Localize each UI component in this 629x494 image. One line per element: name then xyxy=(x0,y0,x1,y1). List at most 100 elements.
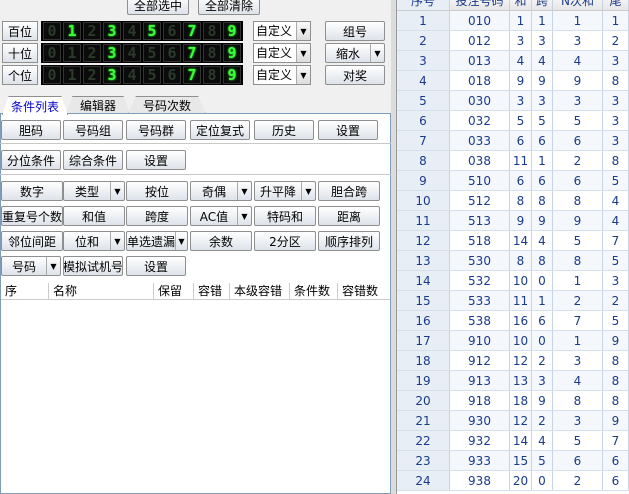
condition-button[interactable]: 设置 xyxy=(126,256,186,276)
select-all-button[interactable]: 全部选中 xyxy=(127,0,189,15)
digit-toggle[interactable]: 1 xyxy=(63,66,81,84)
grid-column-header[interactable]: 跨 xyxy=(532,0,553,10)
condition-button[interactable]: 设置 xyxy=(126,150,186,170)
table-row[interactable]: 19 913 13 3 4 8 xyxy=(397,371,629,391)
condition-button[interactable]: 分位条件 xyxy=(1,150,61,170)
digit-row-label[interactable]: 个位 xyxy=(2,65,38,85)
digit-toggle[interactable]: 8 xyxy=(203,22,221,40)
table-row[interactable]: 24 938 20 0 2 6 xyxy=(397,471,629,491)
table-row[interactable]: 13 530 8 8 8 5 xyxy=(397,251,629,271)
col-index[interactable]: 序 xyxy=(1,283,49,299)
digit-mode-select[interactable]: 自定义 ▼ xyxy=(253,43,311,63)
col-keep[interactable]: 保留 xyxy=(154,283,194,299)
grid-column-header[interactable]: N次和 xyxy=(553,0,603,10)
table-row[interactable]: 2 012 3 3 3 2 xyxy=(397,31,629,51)
shrink-button[interactable]: 缩水 ▼ xyxy=(325,43,385,63)
digit-toggle[interactable]: 0 xyxy=(43,44,61,62)
table-row[interactable]: 6 032 5 5 5 3 xyxy=(397,111,629,131)
digit-toggle[interactable]: 5 xyxy=(143,44,161,62)
table-row[interactable]: 15 533 11 1 2 2 xyxy=(397,291,629,311)
condition-button[interactable]: 胆码 xyxy=(1,120,61,140)
condition-dropdown-button[interactable]: 类型 ▼ xyxy=(63,181,125,201)
table-row[interactable]: 23 933 15 5 6 6 xyxy=(397,451,629,471)
digit-toggle[interactable]: 7 xyxy=(183,44,201,62)
condition-dropdown-button[interactable]: 奇偶 ▼ xyxy=(190,181,252,201)
condition-button[interactable]: 按位 xyxy=(126,181,188,201)
digit-toggle[interactable]: 1 xyxy=(63,44,81,62)
digit-toggle[interactable]: 3 xyxy=(103,22,121,40)
digit-mode-select[interactable]: 自定义 ▼ xyxy=(253,21,311,41)
digit-toggle[interactable]: 6 xyxy=(163,22,181,40)
digit-toggle[interactable]: 4 xyxy=(123,44,141,62)
condition-dropdown-button[interactable]: 升平降 ▼ xyxy=(254,181,316,201)
digit-toggle[interactable]: 5 xyxy=(143,22,161,40)
col-condition-count[interactable]: 条件数 xyxy=(290,283,338,299)
table-row[interactable]: 9 510 6 6 6 5 xyxy=(397,171,629,191)
digit-toggle[interactable]: 9 xyxy=(223,66,241,84)
col-tolerance-count[interactable]: 容错数 xyxy=(338,283,388,299)
col-level-tolerance[interactable]: 本级容错 xyxy=(230,283,290,299)
table-row[interactable]: 5 030 3 3 3 3 xyxy=(397,91,629,111)
table-row[interactable]: 1 010 1 1 1 1 xyxy=(397,11,629,31)
grid-column-header[interactable]: 序号 xyxy=(397,0,450,10)
digit-toggle[interactable]: 8 xyxy=(203,66,221,84)
condition-button[interactable]: 数字 xyxy=(1,181,63,201)
table-row[interactable]: 8 038 11 1 2 8 xyxy=(397,151,629,171)
condition-dropdown-button[interactable]: 号码 ▼ xyxy=(1,256,61,276)
condition-button[interactable]: 号码群 xyxy=(126,120,186,140)
tab-editor[interactable]: 编辑器 xyxy=(66,96,130,114)
condition-button[interactable]: 和值 xyxy=(63,206,125,226)
tab-number-count[interactable]: 号码次数 xyxy=(128,96,206,114)
clear-all-button[interactable]: 全部清除 xyxy=(198,0,260,15)
digit-toggle[interactable]: 6 xyxy=(163,44,181,62)
digit-toggle[interactable]: 3 xyxy=(103,44,121,62)
digit-toggle[interactable]: 7 xyxy=(183,66,201,84)
table-row[interactable]: 12 518 14 4 5 7 xyxy=(397,231,629,251)
condition-dropdown-button[interactable]: 位和 ▼ xyxy=(63,231,125,251)
table-row[interactable]: 17 910 10 0 1 9 xyxy=(397,331,629,351)
prize-check-button[interactable]: 对奖 xyxy=(325,65,385,85)
condition-button[interactable]: 胆合跨 xyxy=(318,181,380,201)
table-row[interactable]: 11 513 9 9 9 4 xyxy=(397,211,629,231)
condition-button[interactable]: 设置 xyxy=(318,120,378,140)
digit-toggle[interactable]: 2 xyxy=(83,44,101,62)
condition-button[interactable]: 距离 xyxy=(318,206,380,226)
digit-toggle[interactable]: 8 xyxy=(203,44,221,62)
table-row[interactable]: 10 512 8 8 8 4 xyxy=(397,191,629,211)
table-row[interactable]: 21 930 12 2 3 9 xyxy=(397,411,629,431)
condition-button[interactable]: 邻位间距 xyxy=(1,231,63,251)
condition-button[interactable]: 历史 xyxy=(254,120,314,140)
digit-mode-select[interactable]: 自定义 ▼ xyxy=(253,65,311,85)
digit-row-label[interactable]: 百位 xyxy=(2,21,38,41)
condition-dropdown-button[interactable]: AC值 ▼ xyxy=(190,206,252,226)
table-row[interactable]: 20 918 18 9 8 8 xyxy=(397,391,629,411)
grid-column-header[interactable]: 和 xyxy=(510,0,532,10)
table-row[interactable]: 7 033 6 6 6 3 xyxy=(397,131,629,151)
digit-toggle[interactable]: 7 xyxy=(183,22,201,40)
digit-toggle[interactable]: 2 xyxy=(83,66,101,84)
table-row[interactable]: 3 013 4 4 4 3 xyxy=(397,51,629,71)
condition-button[interactable]: 顺序排列 xyxy=(318,231,380,251)
condition-button[interactable]: 定位复式 xyxy=(190,120,250,140)
digit-toggle[interactable]: 0 xyxy=(43,66,61,84)
condition-button[interactable]: 特码和 xyxy=(254,206,316,226)
digit-toggle[interactable]: 1 xyxy=(63,22,81,40)
group-button[interactable]: 组号 xyxy=(325,21,385,41)
condition-dropdown-button[interactable]: 单选遗漏 ▼ xyxy=(126,231,188,251)
digit-toggle[interactable]: 3 xyxy=(103,66,121,84)
condition-button[interactable]: 号码组 xyxy=(63,120,123,140)
table-row[interactable]: 22 932 14 4 5 7 xyxy=(397,431,629,451)
digit-row-label[interactable]: 十位 xyxy=(2,43,38,63)
condition-button[interactable]: 模拟试机号 xyxy=(63,256,123,276)
grid-column-header[interactable]: 投注号码 xyxy=(450,0,510,10)
col-name[interactable]: 名称 xyxy=(49,283,154,299)
col-tolerance[interactable]: 容错 xyxy=(194,283,230,299)
table-row[interactable]: 18 912 12 2 3 8 xyxy=(397,351,629,371)
digit-toggle[interactable]: 0 xyxy=(43,22,61,40)
grid-column-header[interactable]: 尾 xyxy=(603,0,629,10)
digit-toggle[interactable]: 6 xyxy=(163,66,181,84)
digit-toggle[interactable]: 2 xyxy=(83,22,101,40)
digit-toggle[interactable]: 4 xyxy=(123,66,141,84)
digit-toggle[interactable]: 9 xyxy=(223,22,241,40)
digit-toggle[interactable]: 9 xyxy=(223,44,241,62)
